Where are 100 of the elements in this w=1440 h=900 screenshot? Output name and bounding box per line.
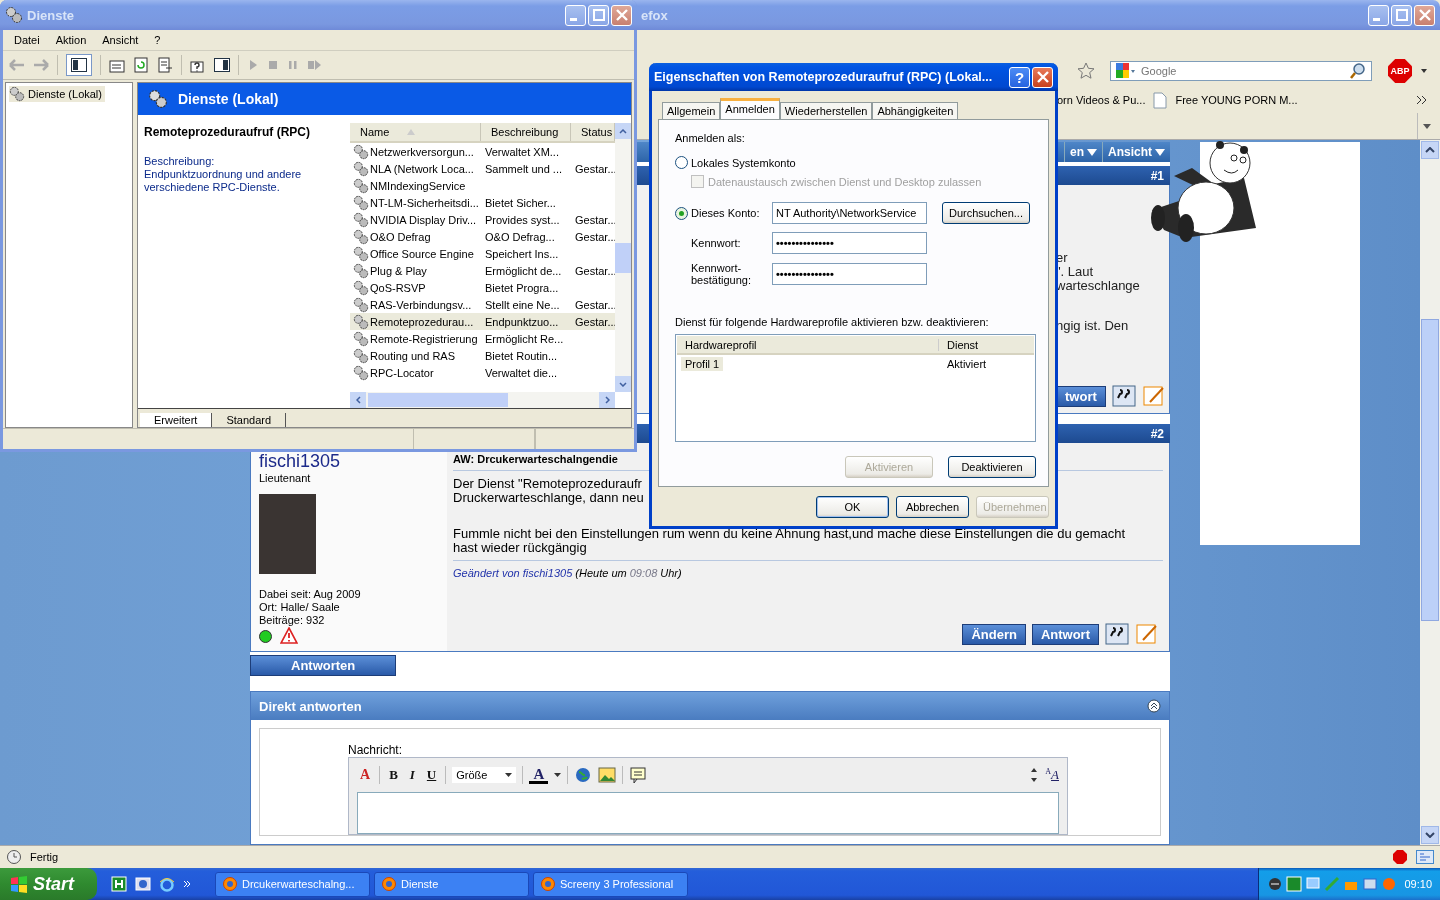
username-link[interactable]: fischi1305	[259, 451, 341, 472]
service-row[interactable]: Netzwerkversorgun... Verwaltet XM...	[350, 143, 615, 160]
search-engine-icon[interactable]	[1115, 62, 1137, 80]
quote-icon[interactable]	[1111, 385, 1136, 407]
table-cell[interactable]: Profil 1	[681, 356, 724, 371]
warning-icon[interactable]	[280, 627, 298, 645]
service-row[interactable]: O&O Defrag O&O Defrag... Gestar...	[350, 228, 615, 245]
dialog-tab[interactable]: Allgemein	[662, 102, 721, 119]
adblock-button[interactable]: ABP	[1388, 59, 1412, 83]
tray-icon[interactable]	[1305, 876, 1321, 892]
scrollbar-thumb[interactable]	[1421, 319, 1439, 621]
refresh-icon[interactable]	[133, 57, 149, 73]
service-row[interactable]: Remote-Registrierung Ermöglicht Re...	[350, 330, 615, 347]
size-dropdown[interactable]: Größe	[452, 767, 517, 783]
help-button[interactable]: ?	[1009, 66, 1030, 88]
properties-icon[interactable]	[109, 57, 125, 73]
menu-dropdown[interactable]: Ansicht	[1102, 142, 1170, 162]
dialog-tab[interactable]: Wiederherstellen	[779, 102, 873, 119]
account-field[interactable]: NT Authority\NetworkService	[772, 202, 927, 224]
underline-button[interactable]: U	[423, 767, 440, 783]
service-row[interactable]: Plug & Play Ermöglicht de... Gestar...	[350, 262, 615, 279]
dialog-tab[interactable]: Abhängigkeiten	[872, 102, 959, 119]
service-row[interactable]: QoS-RSVP Bietet Progra...	[350, 279, 615, 296]
password-field[interactable]: •••••••••••••••	[772, 232, 927, 254]
globe-icon[interactable]	[574, 766, 593, 784]
console-icon[interactable]	[214, 58, 230, 72]
addon-icon[interactable]	[1416, 850, 1434, 864]
caret-icon[interactable]	[1420, 68, 1428, 74]
remove-format-button[interactable]: A	[357, 767, 374, 783]
service-row[interactable]: NLA (Network Loca... Sammelt und ... Gestar...	[350, 160, 615, 177]
reply-button[interactable]: Antworten	[250, 655, 397, 676]
collapse-icon[interactable]	[1147, 699, 1161, 713]
column-header[interactable]: Dienst	[939, 338, 1034, 351]
browse-button[interactable]: Durchsuchen...	[942, 202, 1030, 224]
column-header[interactable]: Hardwareprofil	[677, 338, 939, 351]
image-icon[interactable]	[598, 766, 617, 784]
caret-icon[interactable]	[554, 773, 562, 777]
radio-label[interactable]: Dieses Konto:	[691, 207, 760, 219]
vertical-scrollbar[interactable]	[1420, 140, 1440, 845]
view-tab[interactable]: Erweitert	[140, 413, 213, 427]
menu-dropdown[interactable]: en	[1063, 142, 1102, 162]
password-field[interactable]: •••••••••••••••	[772, 263, 927, 285]
taskbar-button[interactable]: Dienste	[374, 871, 529, 897]
service-row[interactable]: RAS-Verbindungsv... Stellt eine Ne... Gestar...	[350, 296, 615, 313]
service-row[interactable]: RPC-Locator Verwaltet die...	[350, 364, 615, 381]
restart-icon[interactable]	[307, 58, 323, 72]
globe-icon[interactable]	[159, 876, 175, 892]
service-row[interactable]: NMIndexingService	[350, 177, 615, 194]
speech-bubble-icon[interactable]	[629, 766, 648, 784]
taskbar-button[interactable]: Drcukerwarteschalng...	[215, 871, 370, 897]
service-row[interactable]: Remoteprozedurau... Endpunktzuo... Gestar...	[350, 313, 615, 330]
search-icon[interactable]	[1349, 62, 1367, 80]
service-row[interactable]: Routing und RAS Bietet Routin...	[350, 347, 615, 364]
radio-button[interactable]	[675, 206, 688, 220]
message-input[interactable]	[357, 792, 1059, 834]
dialog-tab[interactable]: Anmelden	[720, 98, 780, 119]
tray-icon[interactable]	[1362, 876, 1378, 892]
star-icon[interactable]	[1076, 61, 1096, 81]
radio-button[interactable]	[675, 156, 688, 169]
bold-button[interactable]: B	[386, 767, 401, 783]
edit-icon[interactable]	[1141, 385, 1166, 407]
close-button[interactable]	[1032, 66, 1053, 88]
dialog-button[interactable]: Abbrechen	[896, 496, 969, 518]
service-row[interactable]: Office Source Engine Speichert Ins...	[350, 245, 615, 262]
quote-icon[interactable]	[1105, 623, 1129, 645]
resize-icon[interactable]	[1029, 766, 1040, 784]
edited-by-link[interactable]: Geändert von fischi1305	[453, 567, 573, 579]
service-row[interactable]: NVIDIA Display Driv... Provides syst... Gestar...	[350, 211, 615, 228]
reply-button[interactable]: twort	[1056, 385, 1106, 407]
bookmark-link[interactable]: Free YOUNG PORN M...	[1175, 94, 1298, 106]
browser-icon[interactable]	[135, 876, 151, 892]
scrollbar-thumb[interactable]	[615, 243, 631, 273]
scrollbar-thumb[interactable]	[368, 393, 508, 407]
taskbar-button[interactable]: Screeny 3 Professional	[533, 871, 688, 897]
post-action-button[interactable]: Ändern	[962, 623, 1026, 645]
service-row[interactable]: NT-LM-Sicherheitsdi... Bietet Sicher...	[350, 194, 615, 211]
font-color-button[interactable]: A	[529, 766, 549, 784]
chevron-icon[interactable]	[1416, 95, 1428, 105]
profile-button[interactable]: Deaktivieren	[948, 456, 1036, 478]
menu-item[interactable]: ?	[149, 34, 166, 46]
column-header[interactable]: Beschreibung	[481, 123, 571, 141]
edit-icon[interactable]	[1135, 623, 1159, 645]
app-icon[interactable]	[111, 876, 127, 892]
export-icon[interactable]	[157, 57, 173, 73]
tree-item[interactable]: Dienste (Lokal)	[9, 86, 105, 102]
column-header[interactable]: Name	[350, 123, 481, 141]
radio-label[interactable]: Lokales Systemkonto	[691, 156, 796, 169]
search-box[interactable]: Google	[1110, 61, 1372, 81]
start-button[interactable]: Start	[0, 868, 97, 900]
horizontal-scrollbar[interactable]	[350, 392, 615, 408]
stop-sign-icon[interactable]	[1392, 849, 1408, 865]
post-action-button[interactable]: Antwort	[1031, 623, 1099, 645]
vertical-scrollbar[interactable]	[615, 123, 631, 392]
menu-item[interactable]: Datei	[9, 34, 45, 46]
menu-item[interactable]: Aktion	[50, 34, 92, 46]
menu-item[interactable]: Ansicht	[97, 34, 144, 46]
show-pane-button[interactable]	[66, 54, 92, 76]
tray-icon[interactable]	[1267, 876, 1283, 892]
dialog-button[interactable]: OK	[816, 496, 889, 518]
italic-button[interactable]: I	[406, 767, 418, 783]
